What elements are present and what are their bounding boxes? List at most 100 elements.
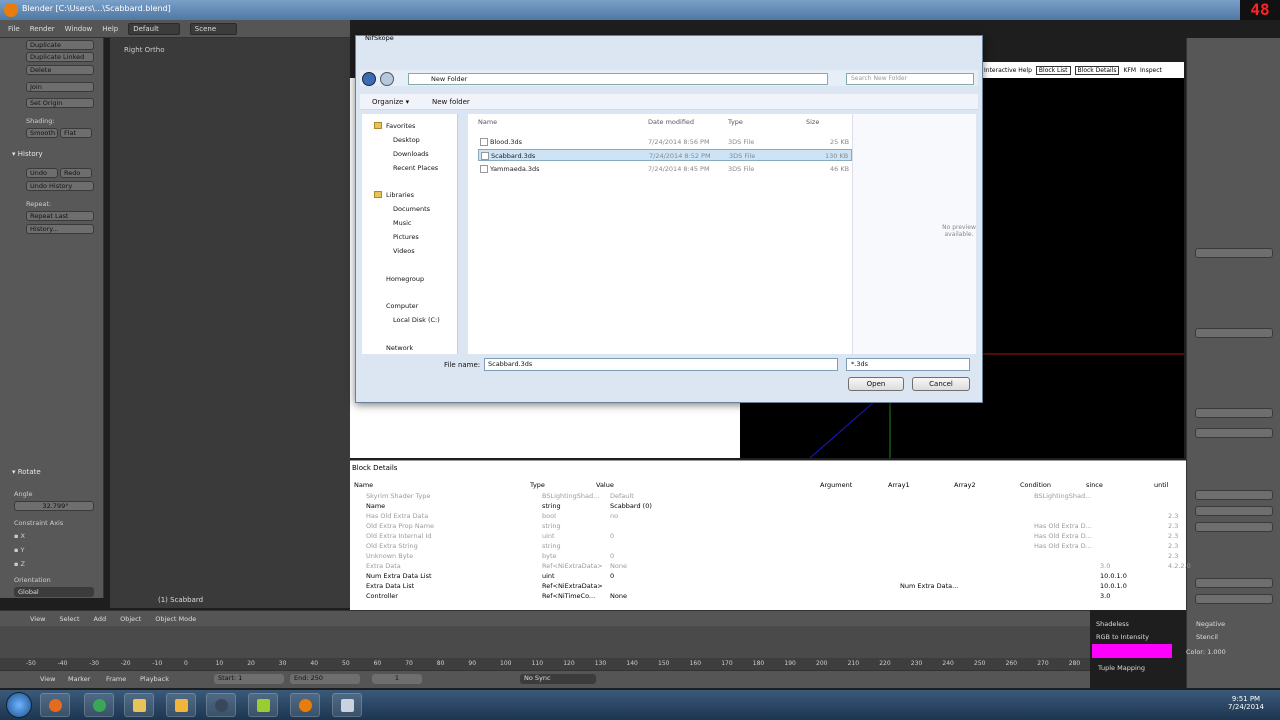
vp-menu-add[interactable]: Add	[94, 615, 107, 623]
bd-col-until[interactable]: until	[1154, 481, 1168, 489]
interactive-help-toggle[interactable]: Interactive Help	[984, 67, 1032, 74]
cancel-button[interactable]: Cancel	[912, 377, 970, 391]
vp-menu-object[interactable]: Object	[120, 615, 141, 623]
duplicate-linked-button[interactable]: Duplicate Linked	[26, 52, 94, 62]
scene-selector[interactable]: Scene	[189, 22, 238, 35]
angle-field[interactable]: 32.799°	[14, 501, 94, 511]
texture-color-swatch[interactable]	[1092, 644, 1172, 658]
blender-taskbar-button[interactable]	[290, 693, 320, 717]
join-button[interactable]: Join	[26, 82, 94, 92]
bd-row[interactable]: Controller Ref<NiTimeCo... None 3.0	[352, 592, 1178, 602]
bd-col-name[interactable]: Name	[354, 481, 373, 489]
media-taskbar-button[interactable]	[166, 693, 196, 717]
nav-favorites[interactable]: Favorites	[386, 122, 415, 130]
column-size[interactable]: Size	[806, 118, 819, 126]
properties-field[interactable]	[1195, 408, 1273, 418]
bd-row[interactable]: Has Old Extra Data bool no 2.3	[352, 512, 1178, 522]
tl-menu-marker[interactable]: Marker	[68, 675, 90, 683]
organize-button[interactable]: Organize ▾	[372, 98, 409, 106]
bd-col-value[interactable]: Value	[596, 481, 614, 489]
steam-taskbar-button[interactable]	[206, 693, 236, 717]
inspect-toggle[interactable]: Inspect	[1140, 67, 1162, 74]
bd-row[interactable]: Unknown Byte byte 0 2.3	[352, 552, 1178, 562]
open-button[interactable]: Open	[848, 377, 904, 391]
delete-button[interactable]: Delete	[26, 65, 94, 75]
properties-field[interactable]	[1195, 248, 1273, 258]
repeat-last-button[interactable]: Repeat Last	[26, 211, 94, 221]
column-date-modified[interactable]: Date modified	[648, 118, 694, 126]
file-type-select[interactable]: *.3ds	[846, 358, 970, 371]
nav-music[interactable]: Music	[393, 219, 412, 227]
properties-field[interactable]	[1195, 506, 1273, 516]
properties-field[interactable]	[1195, 428, 1273, 438]
file-row[interactable]: Yammaeda.3ds 7/24/2014 8:45 PM 3DS File …	[478, 163, 852, 175]
forward-button[interactable]	[380, 72, 394, 86]
mode-selector[interactable]: Object Mode	[155, 615, 196, 623]
bd-row[interactable]: Extra Data List Ref<NiExtraData> Num Extra…	[352, 582, 1178, 592]
duplicate-button[interactable]: Duplicate	[26, 40, 94, 50]
kfm-toggle[interactable]: KFM	[1123, 67, 1136, 74]
layout-selector[interactable]: Default	[128, 22, 180, 35]
nav-downloads[interactable]: Downloads	[393, 150, 429, 158]
history-header[interactable]: ▾ History	[12, 150, 43, 158]
bd-row[interactable]: Num Extra Data List uint 0 10.0.1.0	[352, 572, 1178, 582]
rotate-header[interactable]: ▾ Rotate	[12, 468, 41, 476]
column-type[interactable]: Type	[728, 118, 743, 126]
nav-pictures[interactable]: Pictures	[393, 233, 419, 241]
tl-menu-playback[interactable]: Playback	[140, 675, 169, 683]
nav-documents[interactable]: Documents	[393, 205, 430, 213]
nav-computer[interactable]: Computer	[386, 302, 418, 310]
menu-file[interactable]: File	[8, 25, 20, 33]
smooth-button[interactable]: Smooth	[26, 128, 58, 138]
flat-button[interactable]: Flat	[60, 128, 92, 138]
axis-y-checkbox[interactable]: ▪ Y	[14, 546, 24, 554]
start-frame-field[interactable]: Start: 1	[214, 674, 284, 684]
properties-field[interactable]	[1195, 522, 1273, 532]
timeline-ruler[interactable]	[0, 658, 1090, 670]
nav-libraries[interactable]: Libraries	[386, 191, 414, 199]
bd-col-since[interactable]: since	[1086, 481, 1103, 489]
nav-homegroup[interactable]: Homegroup	[386, 275, 424, 283]
file-row-selected[interactable]: Scabbard.3ds 7/24/2014 8:52 PM 3DS File …	[478, 149, 852, 161]
bd-col-type[interactable]: Type	[530, 481, 545, 489]
color-field[interactable]: Color: 1.000	[1186, 648, 1226, 656]
redo-button[interactable]: Redo	[60, 168, 92, 178]
tl-menu-frame[interactable]: Frame	[106, 675, 126, 683]
firefox-taskbar-button[interactable]	[40, 693, 70, 717]
bd-row[interactable]: Name string Scabbard (0)	[352, 502, 1178, 512]
current-frame-field[interactable]: 1	[372, 674, 422, 684]
tl-menu-view[interactable]: View	[40, 675, 55, 683]
axis-z-checkbox[interactable]: ▪ Z	[14, 560, 25, 568]
bd-row[interactable]: Extra Data Ref<NiExtraData> None 3.0 4.2.2.0	[352, 562, 1191, 572]
bd-col-argument[interactable]: Argument	[820, 481, 852, 489]
end-frame-field[interactable]: End: 250	[290, 674, 360, 684]
bd-col-array1[interactable]: Array1	[888, 481, 910, 489]
sync-select[interactable]: No Sync	[520, 674, 596, 684]
axis-x-checkbox[interactable]: ▪ X	[14, 532, 25, 540]
address-input[interactable]: New Folder	[408, 73, 828, 85]
bd-row[interactable]: Old Extra Internal Id uint 0 Has Old Extra …	[352, 532, 1178, 542]
bd-row[interactable]: Old Extra Prop Name string Has Old Extra D…	[352, 522, 1178, 532]
nav-local-disk[interactable]: Local Disk (C:)	[393, 316, 440, 324]
vp-menu-select[interactable]: Select	[59, 615, 79, 623]
bd-row[interactable]: Old Extra String string Has Old Extra D...…	[352, 542, 1178, 552]
block-list-toggle[interactable]: Block List	[1035, 65, 1071, 75]
bd-col-array2[interactable]: Array2	[954, 481, 976, 489]
system-clock[interactable]: 9:51 PM 7/24/2014	[1224, 695, 1268, 711]
file-name-input[interactable]: Scabbard.3ds	[484, 358, 838, 371]
undo-button[interactable]: Undo	[26, 168, 58, 178]
column-name[interactable]: Name	[478, 118, 497, 126]
properties-field[interactable]	[1195, 578, 1273, 588]
explorer-taskbar-button[interactable]	[124, 693, 154, 717]
nav-recent-places[interactable]: Recent Places	[393, 164, 438, 172]
properties-field[interactable]	[1195, 328, 1273, 338]
nav-videos[interactable]: Videos	[393, 247, 415, 255]
stencil-checkbox[interactable]: Stencil	[1196, 633, 1218, 641]
search-input[interactable]: Search New Folder	[846, 73, 974, 85]
vp-menu-view[interactable]: View	[30, 615, 45, 623]
properties-field[interactable]	[1195, 490, 1273, 500]
3d-viewport[interactable]	[110, 38, 350, 608]
chrome-taskbar-button[interactable]	[84, 693, 114, 717]
bd-col-condition[interactable]: Condition	[1020, 481, 1051, 489]
app-taskbar-button[interactable]	[248, 693, 278, 717]
